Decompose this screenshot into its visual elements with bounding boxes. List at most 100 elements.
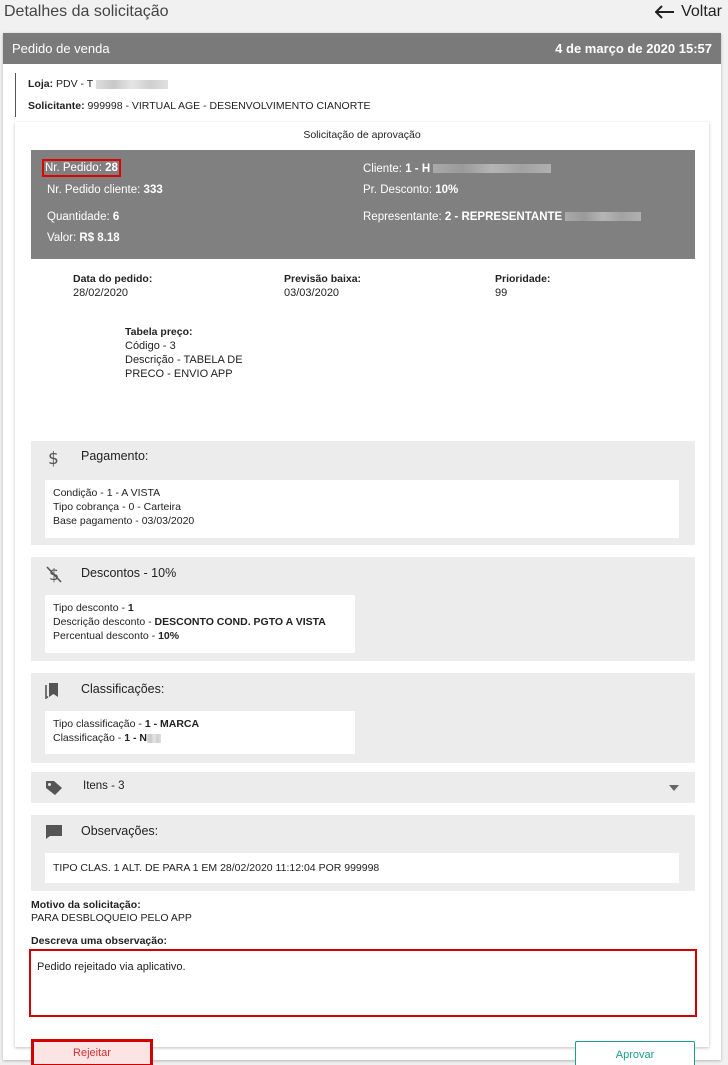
bookmarks-icon: [45, 683, 58, 699]
tabela-codigo: Código - 3: [125, 340, 176, 352]
nr-pedido-value: 28: [105, 162, 118, 174]
data-pedido-value: 28/02/2020: [73, 287, 129, 299]
nr-pedido: Nr. Pedido: 28: [42, 159, 121, 177]
observacao-textarea[interactable]: Pedido rejeitado via aplicativo.: [29, 949, 697, 1017]
loja-row: Loja: PDV - T: [28, 73, 371, 95]
arrow-left-icon: [655, 5, 675, 19]
quantidade-value: 6: [112, 211, 120, 223]
descontos-title: Descontos - 10%: [81, 566, 177, 580]
percentual-desconto-value: 10%: [158, 630, 180, 642]
tabela-descricao-2: PRECO - ENVIO APP: [125, 368, 233, 380]
pagamento-tipo-cobranca: Tipo cobrança - 0 - Carteira: [53, 501, 181, 513]
loja-value: PDV - T: [56, 78, 93, 90]
nr-pedido-label: Nr. Pedido:: [45, 162, 102, 174]
pagamento-title: Pagamento:: [81, 449, 149, 463]
tabela-label: Tabela preço:: [125, 326, 193, 338]
percentual-desconto-label: Percentual desconto -: [53, 630, 159, 642]
nr-pedido-cliente: Nr. Pedido cliente: 333: [47, 184, 163, 196]
tipo-classificacao: Tipo classificação - 1 - MARCA: [53, 717, 347, 731]
previsao-value: 03/03/2020: [284, 287, 340, 299]
comment-icon: [46, 825, 62, 839]
classificacoes-details: Tipo classificação - 1 - MARCA Classific…: [45, 711, 355, 754]
itens-title: Itens - 3: [83, 780, 125, 792]
classificacoes-title: Classificações:: [81, 682, 165, 696]
cliente-label: Cliente:: [363, 163, 402, 175]
previsao-baixa: Previsão baixa: 03/03/2020: [284, 272, 361, 300]
data-pedido-label: Data do pedido:: [73, 273, 153, 285]
solicitante-value: 999998 - VIRTUAL AGE - DESENVOLVIMENTO C…: [87, 100, 371, 112]
pagamento-section: $ Pagamento: Condição - 1 - A VISTA Tipo…: [31, 441, 695, 545]
representante: Representante: 2 - REPRESENTANTE: [363, 211, 642, 223]
reject-button[interactable]: Rejeitar: [31, 1039, 153, 1065]
descricao-desconto: Descrição desconto - DESCONTO COND. PGTO…: [53, 615, 347, 629]
desconto: Pr. Desconto: 10%: [363, 184, 458, 196]
tipo-desconto-label: Tipo desconto -: [53, 602, 128, 614]
discount-off-icon: $: [46, 565, 62, 584]
observacoes-title: Observações:: [81, 824, 159, 838]
tipo-desconto-value: 1: [127, 602, 134, 614]
descontos-details: Tipo desconto - 1 Descrição desconto - D…: [45, 595, 355, 653]
cliente: Cliente: 1 - H: [363, 163, 552, 175]
tipo-classificacao-value: 1 - MARCA: [144, 718, 200, 730]
request-info: Loja: PDV - T Solicitante: 999998 - VIRT…: [15, 73, 371, 117]
motivo-label: Motivo da solicitação:: [31, 899, 141, 911]
motivo-solicitacao: Motivo da solicitação: PARA DESBLOQUEIO …: [31, 899, 192, 925]
request-date: 4 de março de 2020 15:57: [555, 41, 712, 56]
approval-panel: Solicitação de aprovação Nr. Pedido: 28 …: [15, 122, 709, 1065]
pagamento-condicao: Condição - 1 - A VISTA: [53, 487, 161, 499]
tipo-classificacao-label: Tipo classificação -: [53, 718, 145, 730]
pagamento-base: Base pagamento - 03/03/2020: [53, 515, 195, 527]
chevron-down-icon[interactable]: [669, 785, 679, 791]
redacted-text: [146, 733, 161, 743]
tabela-descricao-1: Descrição - TABELA DE: [125, 354, 243, 366]
nr-pedido-cliente-value: 333: [143, 184, 163, 196]
redacted-text: [95, 79, 168, 89]
classificacoes-section: Classificações: Tipo classificação - 1 -…: [31, 673, 695, 763]
solicitante-label: Solicitante:: [28, 100, 85, 112]
order-summary: Nr. Pedido: 28 Nr. Pedido cliente: 333 Q…: [31, 150, 695, 259]
observacoes-text: TIPO CLAS. 1 ALT. DE PARA 1 EM 28/02/202…: [53, 862, 380, 874]
dollar-icon: $: [48, 449, 59, 467]
prioridade-value: 99: [495, 287, 508, 299]
request-card: Pedido de venda 4 de março de 2020 15:57…: [3, 33, 721, 1065]
page-title: Detalhes da solicitação: [4, 3, 169, 20]
percentual-desconto: Percentual desconto - 10%: [53, 629, 347, 643]
descontos-section: $ Descontos - 10% Tipo desconto - 1 Desc…: [31, 557, 695, 661]
solicitante-row: Solicitante: 999998 - VIRTUAL AGE - DESE…: [28, 95, 371, 117]
motivo-value: PARA DESBLOQUEIO PELO APP: [31, 912, 192, 924]
valor-value: R$ 8.18: [79, 232, 120, 244]
redacted-text: [565, 212, 642, 222]
request-type: Pedido de venda: [12, 41, 110, 56]
itens-section[interactable]: Itens - 3: [31, 772, 695, 803]
classificacao: Classificação - 1 - N: [53, 731, 347, 745]
descricao-desconto-label: Descrição desconto -: [53, 616, 155, 628]
representante-value: 2 - REPRESENTANTE: [444, 211, 563, 223]
nr-pedido-cliente-label: Nr. Pedido cliente:: [47, 184, 141, 196]
previsao-label: Previsão baixa:: [284, 273, 362, 285]
representante-label: Representante:: [363, 211, 442, 223]
quantidade-label: Quantidade:: [47, 211, 110, 223]
valor: Valor: R$ 8.18: [47, 232, 120, 244]
valor-label: Valor:: [47, 232, 77, 244]
data-pedido: Data do pedido: 28/02/2020: [73, 272, 152, 300]
desconto-value: 10%: [435, 184, 459, 196]
observacao-label: Descreva uma observação:: [31, 935, 167, 947]
descricao-desconto-value: DESCONTO COND. PGTO A VISTA: [154, 616, 326, 628]
tag-icon: [46, 781, 62, 795]
observacoes-section: Observações: TIPO CLAS. 1 ALT. DE PARA 1…: [31, 815, 695, 891]
card-header: Pedido de venda 4 de março de 2020 15:57: [3, 33, 721, 64]
svg-text:$: $: [48, 449, 59, 467]
approve-button[interactable]: Aprovar: [575, 1041, 695, 1065]
top-bar: Detalhes da solicitação Voltar: [0, 0, 728, 26]
redacted-text: [433, 164, 552, 174]
classificacao-value: 1 - N: [124, 732, 147, 744]
prioridade: Prioridade: 99: [495, 272, 550, 300]
pagamento-details: Condição - 1 - A VISTA Tipo cobrança - 0…: [45, 480, 679, 538]
observacao-input-label: Descreva uma observação:: [31, 935, 167, 948]
cliente-value: 1 - H: [405, 163, 431, 175]
loja-label: Loja:: [28, 78, 54, 90]
back-button[interactable]: Voltar: [655, 3, 722, 21]
approval-title: Solicitação de aprovação: [303, 129, 421, 141]
tipo-desconto: Tipo desconto - 1: [53, 601, 347, 615]
classificacao-label: Classificação -: [53, 732, 125, 744]
